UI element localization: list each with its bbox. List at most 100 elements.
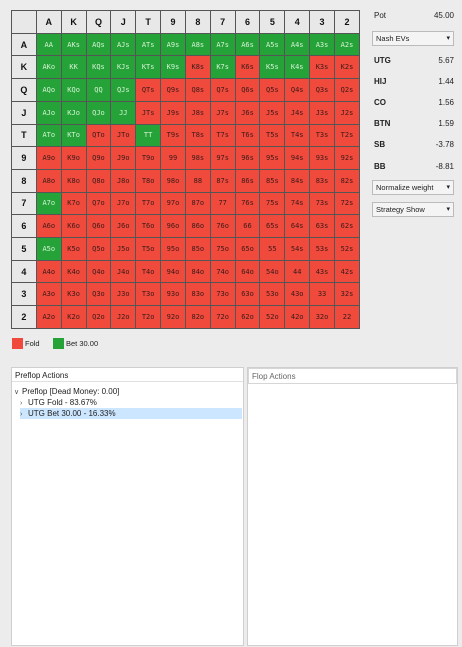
normalize-weight-dropdown[interactable]: Normalize weight ▾ xyxy=(372,180,454,195)
hand-cell[interactable]: T2s xyxy=(333,123,361,148)
hand-cell[interactable]: 99 xyxy=(160,146,186,170)
hand-cell[interactable]: AKo xyxy=(35,55,62,80)
hand-cell[interactable]: 43o xyxy=(284,282,311,307)
hand-cell[interactable]: AKs xyxy=(60,32,87,57)
hand-cell[interactable]: 65o xyxy=(234,237,261,261)
hand-cell[interactable]: 72s xyxy=(333,191,361,216)
hand-cell[interactable]: J8o xyxy=(110,168,137,193)
hand-cell[interactable]: A3o xyxy=(35,282,62,307)
hand-cell[interactable]: 44 xyxy=(284,259,311,284)
hand-cell[interactable]: Q9s xyxy=(160,78,186,102)
hand-cell[interactable]: J6s xyxy=(234,100,261,125)
hand-cell[interactable]: T6s xyxy=(234,123,261,148)
hand-cell[interactable]: K3o xyxy=(60,282,87,307)
hand-cell[interactable]: 88 xyxy=(184,168,211,193)
hand-cell[interactable]: K9s xyxy=(160,55,186,80)
hand-cell[interactable]: 65s xyxy=(259,214,286,239)
hand-cell[interactable]: KTs xyxy=(135,55,162,80)
hand-cell[interactable]: 92o xyxy=(160,305,186,329)
hand-cell[interactable]: 73s xyxy=(309,191,335,216)
hand-cell[interactable]: K3s xyxy=(309,55,335,80)
hand-cell[interactable]: A7o xyxy=(35,191,62,216)
hand-cell[interactable]: T4o xyxy=(135,259,162,284)
hand-cell[interactable]: ATs xyxy=(135,32,162,57)
hand-cell[interactable]: 63o xyxy=(234,282,261,307)
hand-cell[interactable]: Q6s xyxy=(234,78,261,102)
hand-cell[interactable]: 87s xyxy=(209,168,236,193)
hand-cell[interactable]: AQo xyxy=(35,78,62,102)
hand-cell[interactable]: K4s xyxy=(284,55,311,80)
hand-cell[interactable]: AA xyxy=(35,32,62,57)
hand-cell[interactable]: 83s xyxy=(309,168,335,193)
hand-cell[interactable]: QJs xyxy=(110,78,137,102)
hand-cell[interactable]: A5s xyxy=(259,32,286,57)
hand-cell[interactable]: J3s xyxy=(309,100,335,125)
hand-cell[interactable]: 74s xyxy=(284,191,311,216)
hand-cell[interactable]: T4s xyxy=(284,123,311,148)
hand-cell[interactable]: 97o xyxy=(160,191,186,216)
hand-cell[interactable]: AJs xyxy=(110,32,137,57)
hand-cell[interactable]: 94o xyxy=(160,259,186,284)
hand-cell[interactable]: J2o xyxy=(110,305,137,329)
hand-cell[interactable]: 42s xyxy=(333,259,361,284)
hand-cell[interactable]: 64s xyxy=(284,214,311,239)
hand-cell[interactable]: QQ xyxy=(85,78,112,102)
hand-cell[interactable]: T8o xyxy=(135,168,162,193)
hand-cell[interactable]: 32o xyxy=(309,305,335,329)
hand-cell[interactable]: 76s xyxy=(234,191,261,216)
hand-cell[interactable]: Q7o xyxy=(85,191,112,216)
chevron-right-icon[interactable]: › xyxy=(20,409,28,420)
hand-cell[interactable]: KJs xyxy=(110,55,137,80)
hand-cell[interactable]: A2o xyxy=(35,305,62,329)
hand-cell[interactable]: J8s xyxy=(184,100,211,125)
hand-cell[interactable]: T9o xyxy=(135,146,162,170)
hand-cell[interactable]: K5s xyxy=(259,55,286,80)
hand-cell[interactable]: Q3s xyxy=(309,78,335,102)
hand-cell[interactable]: T5o xyxy=(135,237,162,261)
hand-cell[interactable]: A4o xyxy=(35,259,62,284)
hand-cell[interactable]: 86s xyxy=(234,168,261,193)
hand-cell[interactable]: 52o xyxy=(259,305,286,329)
hand-cell[interactable]: QJo xyxy=(85,100,112,125)
hand-cell[interactable]: 62o xyxy=(234,305,261,329)
hand-cell[interactable]: J3o xyxy=(110,282,137,307)
hand-cell[interactable]: 53o xyxy=(259,282,286,307)
hand-cell[interactable]: 93s xyxy=(309,146,335,170)
hand-cell[interactable]: K6o xyxy=(60,214,87,239)
hand-cell[interactable]: 77 xyxy=(209,191,236,216)
hand-cell[interactable]: T3s xyxy=(309,123,335,148)
hand-cell[interactable]: QTs xyxy=(135,78,162,102)
hand-cell[interactable]: T5s xyxy=(259,123,286,148)
hand-cell[interactable]: 85o xyxy=(184,237,211,261)
hand-cell[interactable]: T6o xyxy=(135,214,162,239)
hand-cell[interactable]: 96s xyxy=(234,146,261,170)
hand-cell[interactable]: Q8o xyxy=(85,168,112,193)
hand-cell[interactable]: A4s xyxy=(284,32,311,57)
hand-cell[interactable]: 66 xyxy=(234,214,261,239)
hand-cell[interactable]: 82o xyxy=(184,305,211,329)
hand-cell[interactable]: Q4o xyxy=(85,259,112,284)
hand-cell[interactable]: 53s xyxy=(309,237,335,261)
hand-cell[interactable]: KQs xyxy=(85,55,112,80)
hand-cell[interactable]: 92s xyxy=(333,146,361,170)
hand-cell[interactable]: A3s xyxy=(309,32,335,57)
hand-cell[interactable]: J9o xyxy=(110,146,137,170)
hand-cell[interactable]: JJ xyxy=(110,100,137,125)
hand-cell[interactable]: 62s xyxy=(333,214,361,239)
hand-cell[interactable]: 64o xyxy=(234,259,261,284)
hand-cell[interactable]: 54s xyxy=(284,237,311,261)
hand-cell[interactable]: A6o xyxy=(35,214,62,239)
hand-cell[interactable]: ATo xyxy=(35,123,62,148)
hand-cell[interactable]: 93o xyxy=(160,282,186,307)
hand-cell[interactable]: 76o xyxy=(209,214,236,239)
hand-cell[interactable]: 84o xyxy=(184,259,211,284)
hand-cell[interactable]: AQs xyxy=(85,32,112,57)
hand-cell[interactable]: 75s xyxy=(259,191,286,216)
hand-cell[interactable]: 96o xyxy=(160,214,186,239)
hand-cell[interactable]: A7s xyxy=(209,32,236,57)
hand-cell[interactable]: K7s xyxy=(209,55,236,80)
hand-cell[interactable]: T7o xyxy=(135,191,162,216)
hand-cell[interactable]: 94s xyxy=(284,146,311,170)
hand-cell[interactable]: J9s xyxy=(160,100,186,125)
hand-cell[interactable]: J5s xyxy=(259,100,286,125)
